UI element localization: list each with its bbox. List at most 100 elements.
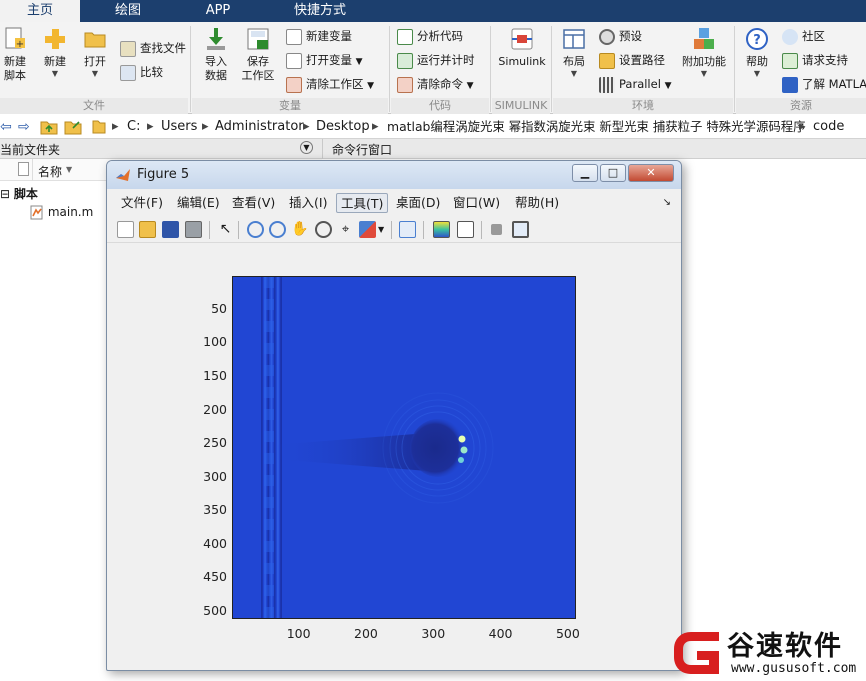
rotate-3d-icon[interactable]: [315, 221, 332, 238]
menu-window[interactable]: 窗口(W): [449, 193, 504, 213]
heatmap-image: [233, 277, 575, 618]
open-variable-button[interactable]: 打开变量 ▼: [286, 50, 363, 70]
menu-edit[interactable]: 编辑(E): [173, 193, 224, 213]
menu-help[interactable]: 帮助(H): [511, 193, 563, 213]
breadcrumb-code[interactable]: code: [813, 115, 844, 139]
open-button[interactable]: 打开 ▼: [80, 26, 110, 79]
file-group-scripts[interactable]: ⊟ 脚本: [0, 185, 38, 203]
preferences-button[interactable]: 预设: [599, 26, 642, 46]
open-variable-icon: [286, 52, 302, 69]
learn-matlab-button[interactable]: 了解 MATLA: [782, 74, 866, 94]
simulink-button[interactable]: Simulink: [496, 26, 548, 69]
save-workspace-icon: [247, 28, 269, 50]
fringe-segment: [264, 365, 274, 376]
parallel-button[interactable]: Parallel ▼: [599, 74, 671, 94]
compare-button[interactable]: 比较: [120, 62, 163, 82]
new-script-button[interactable]: + 新建 脚本: [2, 26, 28, 83]
m-file-icon: [30, 205, 43, 220]
save-icon[interactable]: [162, 221, 179, 238]
folder-icon: [84, 32, 106, 48]
new-variable-button[interactable]: 新建变量: [286, 26, 352, 46]
learn-matlab-icon: [782, 76, 798, 93]
ribbon-section-file: + 新建 脚本 新建 ▼ 打开 ▼ 查找文件 比较 文件: [0, 22, 188, 114]
menu-tools[interactable]: 工具(T): [336, 193, 389, 213]
zoom-in-icon[interactable]: [247, 221, 264, 238]
y-tick-label: 350: [203, 502, 227, 518]
new-button[interactable]: 新建 ▼: [40, 26, 70, 79]
back-arrow-icon[interactable]: ⇦: [0, 115, 12, 139]
chevron-down-icon: ▼: [753, 69, 761, 78]
analyze-code-button[interactable]: 分析代码: [397, 26, 463, 46]
layout-button[interactable]: 布局 ▼: [559, 26, 589, 79]
link-plot-icon[interactable]: [399, 221, 416, 238]
tab-apps[interactable]: APP: [176, 0, 260, 22]
data-cursor-icon[interactable]: ⌖: [337, 221, 354, 238]
tab-shortcuts[interactable]: 快捷方式: [264, 0, 376, 22]
menu-desktop[interactable]: 桌面(D): [392, 193, 444, 213]
fringe-segment: [264, 563, 274, 574]
breadcrumb-project-folder[interactable]: matlab编程涡旋光束 幂指数涡旋光束 新型光束 捕获粒子 特殊光学源码程序: [387, 115, 806, 139]
tab-home[interactable]: 主页: [0, 0, 80, 22]
pane-menu-icon[interactable]: ▼: [300, 141, 313, 154]
column-divider: [32, 159, 33, 181]
breadcrumb-desktop[interactable]: Desktop: [316, 115, 370, 139]
minimize-icon: ▁: [580, 166, 590, 179]
colorbar-icon[interactable]: [433, 221, 450, 238]
forward-arrow-icon[interactable]: ⇨: [18, 115, 30, 139]
menu-insert[interactable]: 插入(I): [285, 193, 331, 213]
add-ons-button[interactable]: 附加功能 ▼: [679, 26, 729, 79]
watermark-g-icon: [674, 632, 719, 674]
tab-plots[interactable]: 绘图: [84, 0, 172, 22]
address-bar[interactable]: ⇦ ⇨ ▸ C: ▸ Users ▸ Administrator ▸ Deskt…: [0, 115, 866, 139]
request-support-button[interactable]: 请求支持: [782, 50, 848, 70]
find-files-label: 查找文件: [140, 41, 186, 55]
pan-hand-icon[interactable]: ✋: [291, 221, 308, 238]
help-button[interactable]: ? 帮助 ▼: [742, 26, 772, 79]
select-arrow-icon[interactable]: ↖: [217, 221, 234, 238]
find-files-button[interactable]: 查找文件: [120, 38, 186, 58]
hide-plot-tools-icon[interactable]: [491, 224, 502, 235]
show-plot-tools-icon[interactable]: [512, 221, 529, 238]
minimize-button[interactable]: ▁: [572, 164, 598, 182]
learn-matlab-label: 了解 MATLA: [802, 77, 866, 91]
dock-arrow-icon[interactable]: ↘: [663, 197, 671, 208]
breadcrumb-administrator[interactable]: Administrator: [215, 115, 304, 139]
breadcrumb-users[interactable]: Users: [161, 115, 197, 139]
open-file-icon[interactable]: [139, 221, 156, 238]
plot-axes[interactable]: [232, 276, 576, 619]
clear-workspace-button[interactable]: 清除工作区 ▼: [286, 74, 374, 94]
menu-view[interactable]: 查看(V): [228, 193, 279, 213]
section-label-variable: 变量: [192, 98, 388, 114]
save-workspace-button[interactable]: 保存 工作区: [240, 26, 276, 83]
set-path-button[interactable]: 设置路径: [599, 50, 665, 70]
import-data-button[interactable]: 导入 数据: [202, 26, 230, 83]
watermark-logo: 谷速软件 www.gususoft.com: [669, 624, 866, 681]
breadcrumb-separator: ▸: [799, 119, 806, 134]
chevron-down-icon[interactable]: ▼: [378, 225, 384, 234]
name-column-header[interactable]: 名称: [38, 163, 62, 180]
brush-icon[interactable]: [359, 221, 376, 238]
up-folder-icon[interactable]: [40, 115, 58, 139]
folder-icon: [92, 115, 106, 139]
breadcrumb-drive[interactable]: C:: [127, 115, 140, 139]
section-label-code: 代码: [391, 98, 489, 114]
legend-icon[interactable]: [457, 221, 474, 238]
plus-icon: [45, 29, 65, 49]
maximize-button[interactable]: □: [600, 164, 626, 182]
command-window-title: 命令行窗口: [332, 143, 393, 157]
run-and-time-button[interactable]: 运行并计时: [397, 50, 475, 70]
sort-down-icon[interactable]: ▼: [66, 165, 72, 174]
figure-title-bar[interactable]: Figure 5 ▁ □ ✕: [107, 161, 681, 189]
menu-file[interactable]: 文件(F): [117, 193, 167, 213]
zoom-out-icon[interactable]: [269, 221, 286, 238]
clear-workspace-label: 清除工作区: [306, 77, 364, 91]
community-button[interactable]: 社区: [782, 26, 825, 46]
print-icon[interactable]: [185, 221, 202, 238]
collapse-icon[interactable]: ⊟: [0, 187, 14, 201]
close-button[interactable]: ✕: [628, 164, 674, 182]
ribbon-divider: [734, 26, 735, 112]
clear-commands-button[interactable]: 清除命令 ▼: [397, 74, 474, 94]
new-figure-icon[interactable]: [117, 221, 134, 238]
file-item[interactable]: main.m: [30, 203, 93, 221]
browse-folder-icon[interactable]: [64, 115, 82, 139]
